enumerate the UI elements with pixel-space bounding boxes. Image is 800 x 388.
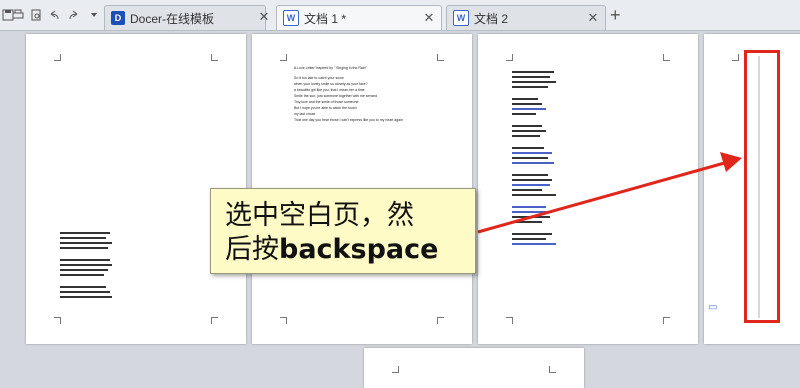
callout-line-2: 后按backspace — [225, 233, 461, 267]
callout-line-2-prefix: 后按 — [225, 234, 279, 265]
callout-key-name: backspace — [279, 234, 439, 265]
instruction-callout: 选中空白页，然 后按backspace — [210, 188, 476, 274]
callout-line-1: 选中空白页，然 — [225, 200, 414, 231]
